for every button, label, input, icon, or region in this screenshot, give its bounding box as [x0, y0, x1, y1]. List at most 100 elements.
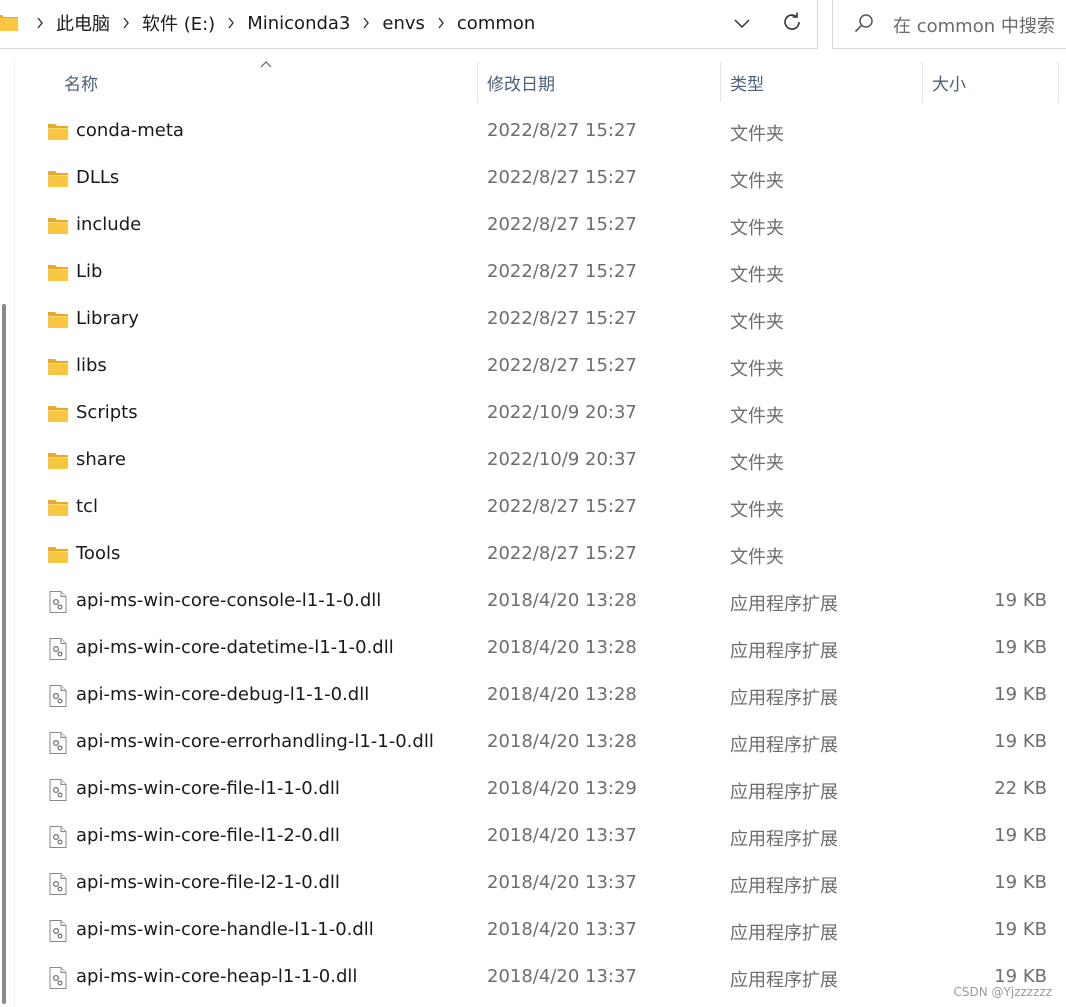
column-header-type[interactable]: 类型 [730, 62, 910, 102]
chevron-right-icon[interactable] [361, 17, 371, 29]
file-row[interactable]: include 2022/8/27 15:27 文件夹 [0, 202, 1066, 249]
file-type: 应用程序扩展 [730, 970, 838, 991]
dll-file-icon [46, 778, 70, 802]
refresh-icon[interactable] [780, 10, 804, 34]
breadcrumb-item-miniconda3[interactable]: Miniconda3 [241, 13, 356, 34]
file-size: 19 KB [994, 684, 1047, 705]
folder-icon [46, 355, 70, 379]
file-name: share [76, 449, 126, 470]
column-divider[interactable] [922, 62, 923, 102]
file-type: 文件夹 [730, 218, 784, 239]
dll-file-icon [46, 872, 70, 896]
file-name: Library [76, 308, 139, 329]
file-name: Tools [76, 543, 121, 564]
file-row[interactable]: libs 2022/8/27 15:27 文件夹 [0, 343, 1066, 390]
file-row[interactable]: api-ms-win-core-heap-l1-1-0.dll 2018/4/20… [0, 954, 1066, 1001]
file-name: api-ms-win-core-errorhandling-l1-1-0.dll [76, 731, 434, 752]
file-name: include [76, 214, 142, 235]
file-size: 22 KB [994, 778, 1047, 799]
file-size: 19 KB [994, 872, 1047, 893]
column-header-date[interactable]: 修改日期 [487, 62, 707, 102]
dll-file-icon [46, 825, 70, 849]
chevron-right-icon[interactable] [226, 17, 236, 29]
address-bar[interactable]: 此电脑 软件 (E:) Miniconda3 envs common [0, 0, 818, 49]
folder-icon [46, 308, 70, 332]
file-name: api-ms-win-core-datetime-l1-1-0.dll [76, 637, 394, 658]
file-row[interactable]: Library 2022/8/27 15:27 文件夹 [0, 296, 1066, 343]
breadcrumb-item-this-pc[interactable]: 此电脑 [50, 10, 116, 36]
file-row[interactable]: api-ms-win-core-debug-l1-1-0.dll 2018/4/2… [0, 672, 1066, 719]
file-date-modified: 2018/4/20 13:37 [487, 872, 637, 893]
file-row[interactable]: Scripts 2022/10/9 20:37 文件夹 [0, 390, 1066, 437]
folder-icon [0, 15, 18, 31]
chevron-right-icon[interactable] [121, 17, 131, 29]
chevron-right-icon[interactable] [436, 17, 446, 29]
folder-icon [46, 449, 70, 473]
column-divider[interactable] [720, 62, 721, 102]
file-row[interactable]: api-ms-win-core-file-l2-1-0.dll 2018/4/20… [0, 860, 1066, 907]
breadcrumb-item-common[interactable]: common [451, 13, 541, 34]
file-date-modified: 2022/8/27 15:27 [487, 120, 637, 141]
file-row[interactable]: api-ms-win-core-errorhandling-l1-1-0.dll… [0, 719, 1066, 766]
file-name: Lib [76, 261, 103, 282]
file-row[interactable]: Tools 2022/8/27 15:27 文件夹 [0, 531, 1066, 578]
file-size: 19 KB [994, 637, 1047, 658]
file-row[interactable]: share 2022/10/9 20:37 文件夹 [0, 437, 1066, 484]
file-date-modified: 2022/8/27 15:27 [487, 261, 637, 282]
file-date-modified: 2018/4/20 13:29 [487, 778, 637, 799]
file-date-modified: 2022/8/27 15:27 [487, 214, 637, 235]
column-divider[interactable] [477, 62, 478, 102]
file-type: 文件夹 [730, 547, 784, 568]
file-date-modified: 2018/4/20 13:28 [487, 590, 637, 611]
folder-icon [46, 120, 70, 144]
file-type: 文件夹 [730, 124, 784, 145]
file-row[interactable]: api-ms-win-core-handle-l1-1-0.dll 2018/4/… [0, 907, 1066, 954]
file-name: DLLs [76, 167, 120, 188]
file-type: 应用程序扩展 [730, 641, 838, 662]
file-name: libs [76, 355, 107, 376]
file-type: 应用程序扩展 [730, 735, 838, 756]
file-date-modified: 2022/8/27 15:27 [487, 355, 637, 376]
dll-file-icon [46, 919, 70, 943]
file-date-modified: 2022/8/27 15:27 [487, 167, 637, 188]
column-header-size[interactable]: 大小 [932, 62, 1052, 102]
file-type: 应用程序扩展 [730, 923, 838, 944]
file-row[interactable]: conda-meta 2022/8/27 15:27 文件夹 [0, 108, 1066, 155]
file-date-modified: 2022/8/27 15:27 [487, 308, 637, 329]
column-divider[interactable] [1058, 62, 1059, 102]
file-type: 文件夹 [730, 500, 784, 521]
file-date-modified: 2018/4/20 13:28 [487, 684, 637, 705]
file-row[interactable]: api-ms-win-core-file-l1-1-0.dll 2018/4/20… [0, 766, 1066, 813]
file-row[interactable]: tcl 2022/8/27 15:27 文件夹 [0, 484, 1066, 531]
file-name: api-ms-win-core-heap-l1-1-0.dll [76, 966, 358, 987]
file-row[interactable]: api-ms-win-core-console-l1-1-0.dll 2018/4… [0, 578, 1066, 625]
breadcrumb-item-envs[interactable]: envs [376, 13, 431, 34]
file-date-modified: 2022/8/27 15:27 [487, 543, 637, 564]
file-name: tcl [76, 496, 98, 517]
chevron-down-icon[interactable] [732, 13, 752, 33]
column-header-name[interactable]: 名称 [64, 62, 464, 102]
search-input[interactable]: 在 common 中搜索 [893, 12, 1055, 38]
folder-icon [46, 214, 70, 238]
folder-icon [46, 402, 70, 426]
file-row[interactable]: api-ms-win-core-datetime-l1-1-0.dll 2018/… [0, 625, 1066, 672]
file-type: 应用程序扩展 [730, 688, 838, 709]
file-size: 19 KB [994, 919, 1047, 940]
file-name: api-ms-win-core-console-l1-1-0.dll [76, 590, 382, 611]
breadcrumb-item-drive[interactable]: 软件 (E:) [136, 10, 221, 36]
file-date-modified: 2018/4/20 13:37 [487, 825, 637, 846]
file-row[interactable]: DLLs 2022/8/27 15:27 文件夹 [0, 155, 1066, 202]
breadcrumb: 此电脑 软件 (E:) Miniconda3 envs common [30, 0, 541, 47]
file-list: conda-meta 2022/8/27 15:27 文件夹 DLLs 2022/8/2… [0, 108, 1066, 1001]
file-type: 文件夹 [730, 312, 784, 333]
file-row[interactable]: api-ms-win-core-file-l1-2-0.dll 2018/4/20… [0, 813, 1066, 860]
chevron-right-icon[interactable] [35, 17, 45, 29]
file-row[interactable]: Lib 2022/8/27 15:27 文件夹 [0, 249, 1066, 296]
file-type: 文件夹 [730, 171, 784, 192]
file-name: api-ms-win-core-file-l1-1-0.dll [76, 778, 340, 799]
file-date-modified: 2018/4/20 13:37 [487, 919, 637, 940]
search-box[interactable]: 在 common 中搜索 [832, 0, 1066, 49]
dll-file-icon [46, 637, 70, 661]
dll-file-icon [46, 684, 70, 708]
file-type: 应用程序扩展 [730, 876, 838, 897]
